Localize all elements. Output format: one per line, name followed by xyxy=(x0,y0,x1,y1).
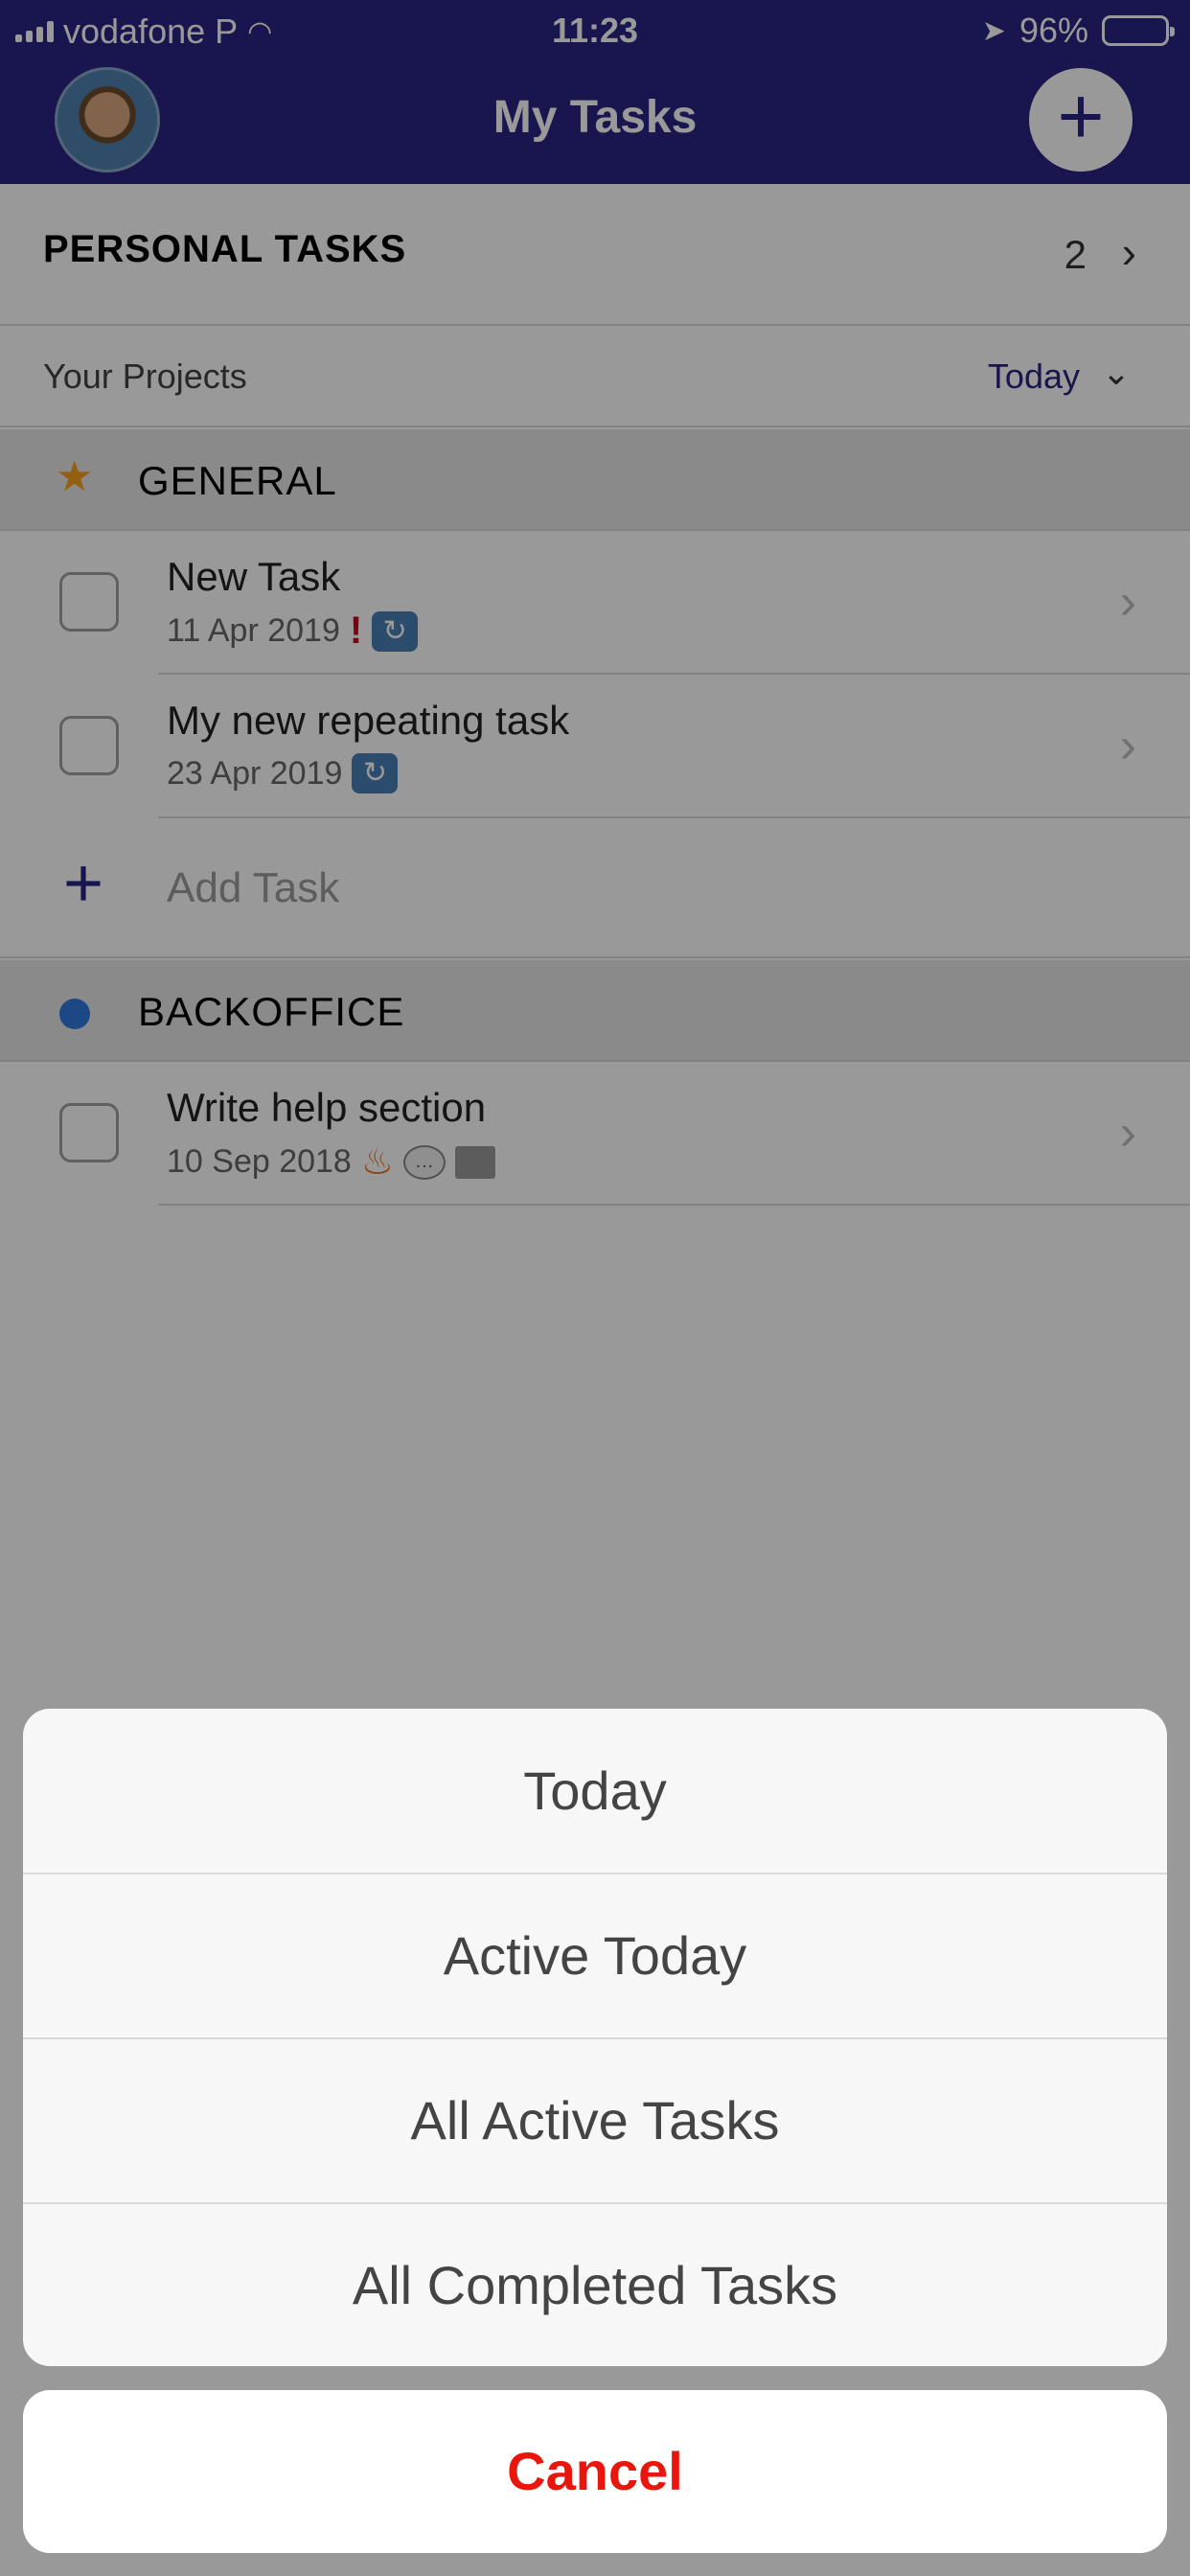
action-sheet: Today Active Today All Active Tasks All … xyxy=(23,1709,1167,2366)
option-today[interactable]: Today xyxy=(23,1709,1167,1874)
option-all-completed-tasks[interactable]: All Completed Tasks xyxy=(23,2203,1167,2366)
cancel-button[interactable]: Cancel xyxy=(23,2390,1167,2553)
option-all-active-tasks[interactable]: All Active Tasks xyxy=(23,2038,1167,2203)
option-active-today[interactable]: Active Today xyxy=(23,1874,1167,2038)
